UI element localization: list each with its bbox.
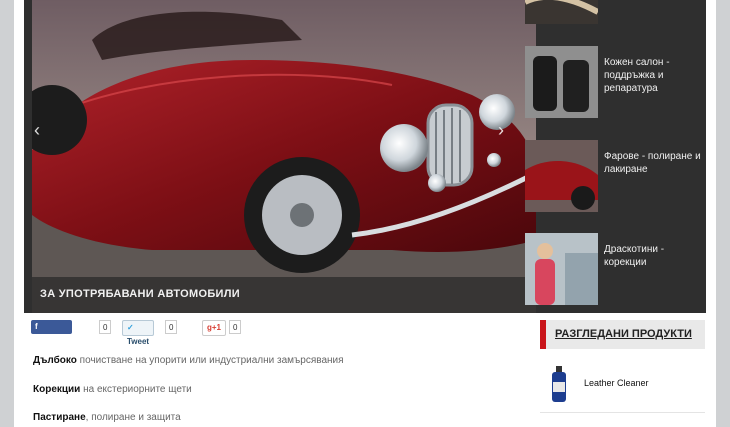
- thumb-item-4[interactable]: Драскотини - корекции: [525, 233, 706, 305]
- thumb-image-1: [525, 0, 598, 24]
- red-roadster-picture: [32, 0, 536, 313]
- slide-caption: ЗА УПОТРЯБАВАНИ АВТОМОБИЛИ: [32, 277, 536, 313]
- thumb-label-2: Кожен салон - поддръжка и репаратура: [604, 57, 670, 94]
- slide-car-image[interactable]: ЗА УПОТРЯБАВАНИ АВТОМОБИЛИ: [32, 0, 536, 313]
- product-bottle-icon: [552, 366, 566, 402]
- facebook-count: 0: [99, 320, 112, 334]
- facebook-like-button[interactable]: f Харесва ми: [31, 320, 72, 359]
- image-slider: ЗА УПОТРЯБАВАНИ АВТОМОБИЛИ ‹ › Кожен сал…: [24, 0, 706, 313]
- slide-caption-text: ЗА УПОТРЯБАВАНИ АВТОМОБИЛИ: [40, 288, 240, 300]
- feature-item-1: Дълбоко почистване на упорити или индуст…: [33, 355, 344, 366]
- viewed-products-title[interactable]: РАЗГЛЕДАНИ ПРОДУКТИ: [555, 328, 692, 340]
- prev-slide-arrow-icon[interactable]: ‹: [34, 120, 40, 141]
- google-plus-button[interactable]: g+1: [202, 320, 227, 336]
- thumb-image-4: [525, 233, 598, 305]
- facebook-icon: f: [35, 322, 38, 331]
- twitter-icon: ✓: [127, 323, 134, 332]
- thumb-image-2: [525, 46, 598, 118]
- next-slide-arrow-icon[interactable]: ›: [498, 120, 504, 141]
- slider-thumbnails: Кожен салон - поддръжка и репаратура Фар…: [525, 0, 706, 313]
- thumb-label-4: Драскотини - корекции: [604, 244, 665, 268]
- twitter-count: 0: [165, 320, 178, 334]
- feature-item-2: Корекции на екстериорните щети: [33, 384, 192, 395]
- google-plus-count: 0: [229, 320, 242, 334]
- header-accent-bar: [540, 320, 546, 349]
- viewed-product-item[interactable]: Leather Cleaner: [540, 360, 705, 413]
- viewed-products-header: РАЗГЛЕДАНИ ПРОДУКТИ: [540, 320, 705, 349]
- thumb-item-1[interactable]: [525, 0, 706, 24]
- thumb-item-2[interactable]: Кожен салон - поддръжка и репаратура: [525, 46, 706, 118]
- product-name[interactable]: Leather Cleaner: [584, 378, 649, 388]
- thumb-image-3: [525, 140, 598, 212]
- tweet-button[interactable]: ✓ Tweet: [122, 320, 155, 346]
- thumb-item-3[interactable]: Фарове - полиране и лакиране: [525, 140, 706, 212]
- feature-item-3: Пастиране, полиране и защита: [33, 412, 181, 423]
- thumb-label-3: Фарове - полиране и лакиране: [604, 151, 701, 175]
